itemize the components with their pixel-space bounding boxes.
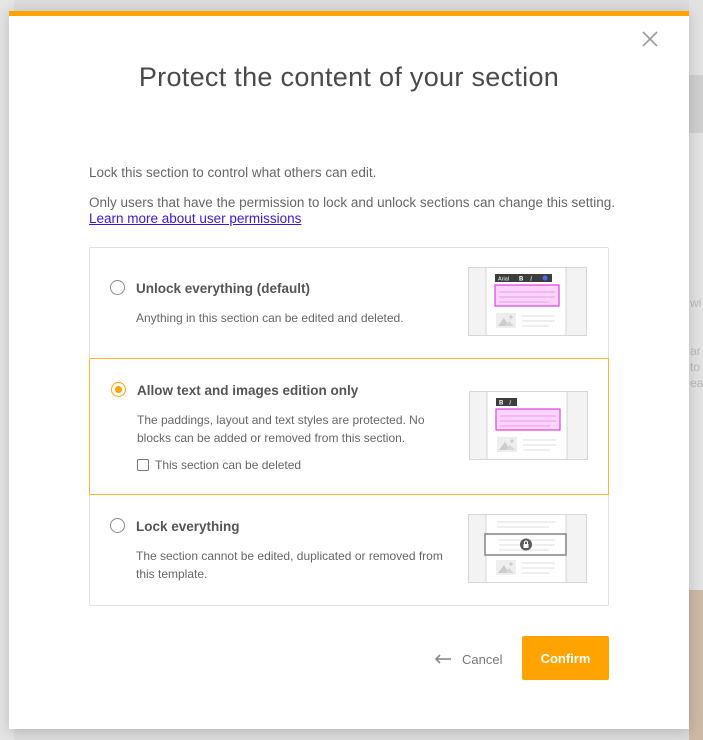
option-title: Allow text and images edition only bbox=[137, 383, 359, 398]
option-description: Anything in this section can be edited a… bbox=[136, 311, 404, 325]
background-text-fragment: ar bbox=[690, 344, 701, 358]
radio-unlock-everything[interactable] bbox=[110, 280, 125, 295]
permission-note: Only users that have the permission to l… bbox=[89, 195, 619, 227]
radio-lock-everything[interactable] bbox=[110, 518, 125, 533]
background-text-fragment: to bbox=[690, 360, 701, 374]
toolbar-font-label: Arial bbox=[498, 277, 509, 283]
dialog-description: Lock this section to control what others… bbox=[89, 165, 377, 180]
arrow-left-icon bbox=[434, 654, 451, 664]
background-block bbox=[689, 75, 703, 133]
background-image-block bbox=[689, 590, 703, 740]
user-permissions-link[interactable]: Learn more about user permissions bbox=[89, 211, 301, 226]
option-description: The section cannot be edited, duplicated… bbox=[136, 549, 443, 581]
option-lock-everything[interactable]: Lock everything The section cannot be ed… bbox=[89, 495, 609, 607]
dialog-accent-bar bbox=[9, 11, 689, 16]
protect-section-dialog: Protect the content of your section Lock… bbox=[9, 11, 689, 729]
background-text-fragment: wi bbox=[690, 296, 702, 310]
toolbar-bold-label: B bbox=[519, 277, 524, 283]
close-icon bbox=[642, 31, 658, 47]
permission-text: Only users that have the permission to l… bbox=[89, 195, 616, 210]
locked-template-thumbnail bbox=[468, 514, 587, 583]
background-text-fragment: ea bbox=[690, 376, 703, 390]
option-unlock-everything[interactable]: Unlock everything (default) Anything in … bbox=[89, 247, 609, 359]
option-allow-text-images[interactable]: Allow text and images edition only The p… bbox=[89, 358, 609, 495]
text-images-template-thumbnail: B I bbox=[469, 391, 588, 460]
dialog-title: Protect the content of your section bbox=[138, 62, 560, 92]
protection-options: Unlock everything (default) Anything in … bbox=[89, 247, 609, 606]
cancel-label: Cancel bbox=[462, 651, 503, 667]
toolbar-bold-label: B bbox=[499, 401, 504, 407]
section-deletable-checkbox[interactable] bbox=[137, 459, 149, 471]
radio-allow-text-images[interactable] bbox=[111, 382, 126, 397]
checkbox-label: This section can be deleted bbox=[155, 458, 302, 472]
section-deletable-checkbox-row[interactable]: This section can be deleted bbox=[137, 458, 301, 472]
confirm-button[interactable]: Confirm bbox=[522, 636, 609, 680]
close-button[interactable] bbox=[639, 28, 661, 50]
option-title: Lock everything bbox=[136, 519, 240, 534]
option-description: The paddings, layout and text styles are… bbox=[137, 413, 425, 445]
cancel-button[interactable]: Cancel bbox=[434, 649, 502, 669]
option-title: Unlock everything (default) bbox=[136, 281, 311, 296]
unlocked-template-thumbnail: Arial B I bbox=[468, 267, 587, 336]
